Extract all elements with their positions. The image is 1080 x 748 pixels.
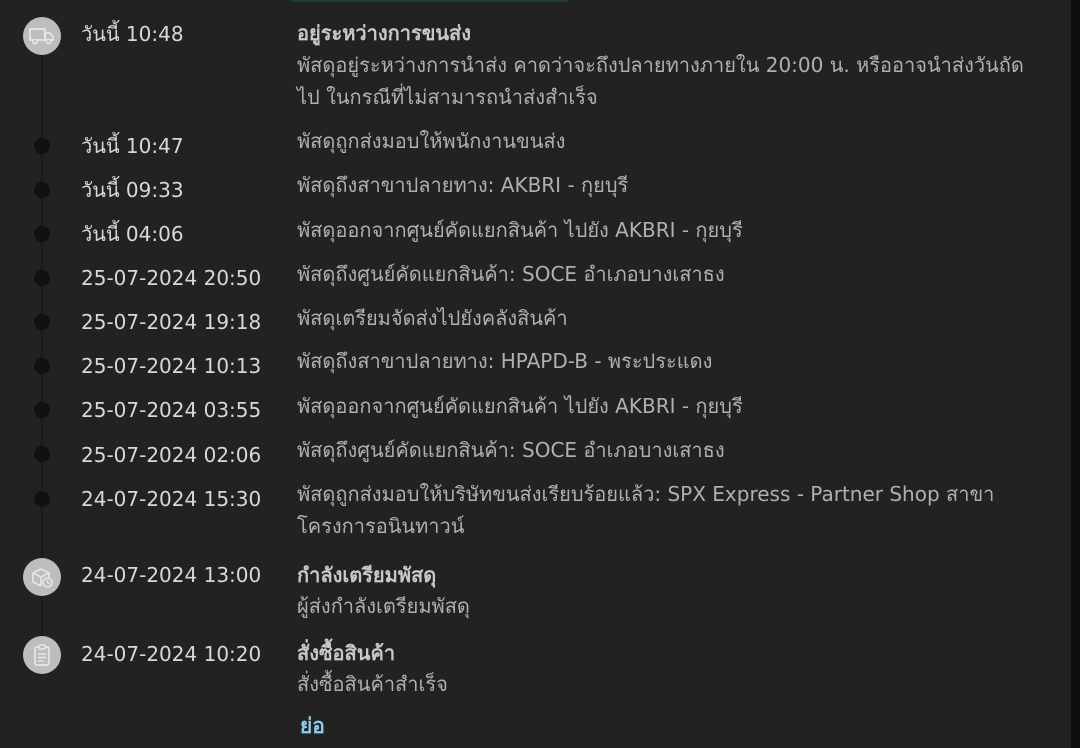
timeline-dot bbox=[34, 314, 50, 330]
clipboard-icon bbox=[23, 636, 61, 674]
event-time: วันนี้ 09:33 bbox=[81, 178, 184, 202]
event-description: ผู้ส่งกำลังเตรียมพัสดุ bbox=[297, 594, 470, 618]
event-time: วันนี้ 10:48 bbox=[81, 22, 184, 46]
event-time: 25-07-2024 10:13 bbox=[81, 354, 262, 378]
event-time: 24-07-2024 13:00 bbox=[81, 563, 262, 587]
timeline-dot bbox=[34, 402, 50, 418]
event-title: กำลังเตรียมพัสดุ bbox=[297, 563, 437, 587]
package-clock-icon bbox=[23, 558, 61, 596]
event-description: พัสดุถูกส่งมอบให้พนักงานขนส่ง bbox=[297, 129, 566, 153]
timeline-dot bbox=[34, 446, 50, 462]
event-time: วันนี้ 04:06 bbox=[81, 222, 184, 246]
event-description: พัสดุถึงสาขาปลายทาง: AKBRI - กุยบุรี bbox=[297, 173, 629, 197]
timeline-dot bbox=[34, 138, 50, 154]
top-status-bar-fragment bbox=[290, 0, 570, 2]
tracking-timeline-screen: วันนี้ 10:48 อยู่ระหว่างการขนส่ง พัสดุอย… bbox=[0, 0, 1080, 748]
event-time: วันนี้ 10:47 bbox=[81, 134, 184, 158]
timeline-dot bbox=[34, 358, 50, 374]
event-time: 25-07-2024 03:55 bbox=[81, 398, 262, 422]
event-title: สั่งซื้อสินค้า bbox=[297, 641, 396, 665]
event-description: พัสดุถึงศูนย์คัดแยกสินค้า: SOCE อำเภอบาง… bbox=[297, 262, 725, 286]
event-description: พัสดุอยู่ระหว่างการนำส่ง คาดว่าจะถึงปลาย… bbox=[297, 53, 1024, 109]
event-description: สั่งซื้อสินค้าสำเร็จ bbox=[297, 672, 448, 696]
event-time: 24-07-2024 15:30 bbox=[81, 487, 262, 511]
event-description: พัสดุถึงศูนย์คัดแยกสินค้า: SOCE อำเภอบาง… bbox=[297, 438, 725, 462]
event-description: พัสดุถึงสาขาปลายทาง: HPAPD-B - พระประแดง bbox=[297, 349, 713, 373]
truck-icon bbox=[23, 17, 61, 55]
event-title: อยู่ระหว่างการขนส่ง bbox=[297, 21, 472, 45]
event-description: พัสดุออกจากศูนย์คัดแยกสินค้า ไปยัง AKBRI… bbox=[297, 394, 743, 418]
event-description: พัสดุถูกส่งมอบให้บริษัทขนส่งเรียบร้อยแล้… bbox=[297, 482, 995, 538]
timeline-dot bbox=[34, 491, 50, 507]
event-time: 24-07-2024 10:20 bbox=[81, 642, 262, 666]
timeline-dot bbox=[34, 270, 50, 286]
event-description: พัสดุออกจากศูนย์คัดแยกสินค้า ไปยัง AKBRI… bbox=[297, 218, 743, 242]
event-time: 25-07-2024 20:50 bbox=[81, 266, 262, 290]
event-description: พัสดุเตรียมจัดส่งไปยังคลังสินค้า bbox=[297, 306, 568, 330]
event-time: 25-07-2024 19:18 bbox=[81, 310, 262, 334]
scrollbar[interactable] bbox=[1071, 0, 1080, 748]
event-time: 25-07-2024 02:06 bbox=[81, 443, 262, 467]
timeline-dot bbox=[34, 226, 50, 242]
collapse-button[interactable]: ย่อ bbox=[300, 712, 325, 740]
timeline-dot bbox=[34, 182, 50, 198]
